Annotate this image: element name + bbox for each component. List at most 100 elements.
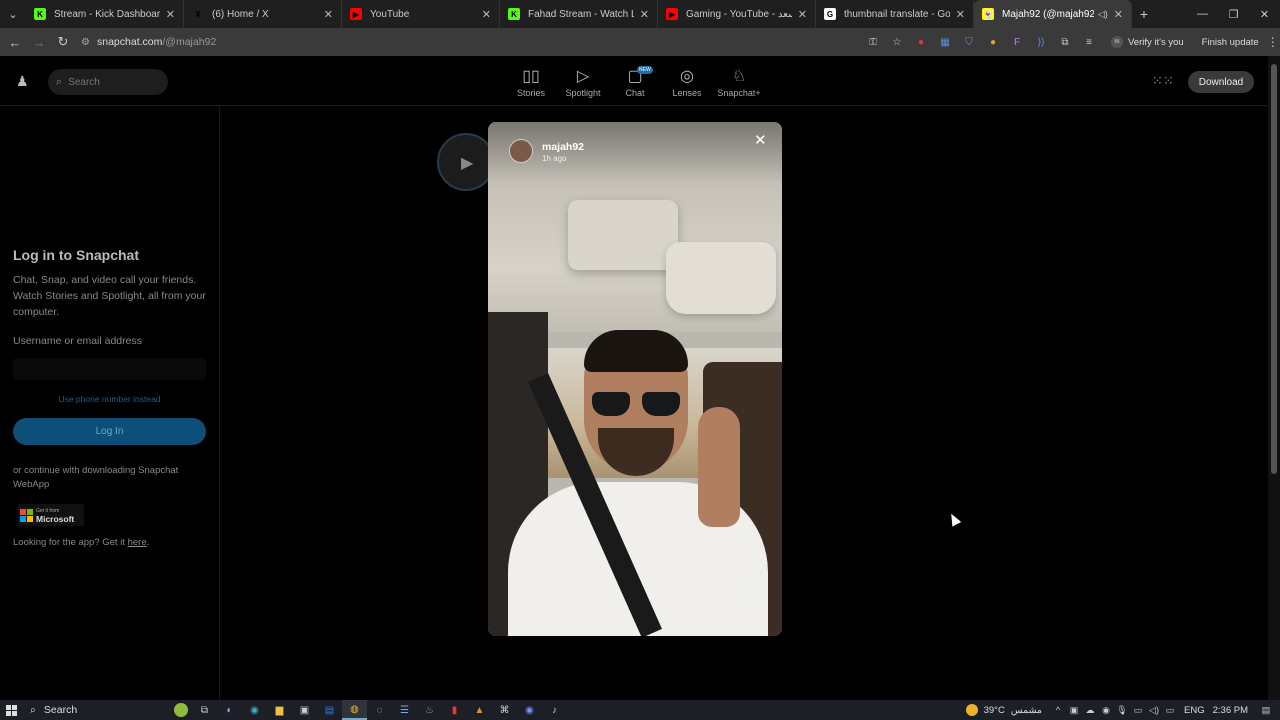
- nav-spotlight[interactable]: ▷ Spotlight: [557, 66, 609, 98]
- story-author-name[interactable]: majah92: [542, 141, 584, 153]
- search-box[interactable]: ⌕: [48, 69, 168, 95]
- tab-close-icon[interactable]: ✕: [798, 8, 807, 21]
- extension-calendar-icon[interactable]: ▦: [933, 32, 957, 52]
- bookmark-star-icon[interactable]: ☆: [885, 32, 909, 52]
- browser-menu-icon[interactable]: ⋮: [1267, 35, 1279, 49]
- snapchat-ghost-icon[interactable]: ♟: [16, 73, 32, 89]
- password-key-icon[interactable]: ⚿: [861, 32, 885, 52]
- reload-icon[interactable]: ↻: [51, 34, 75, 50]
- tab-close-icon[interactable]: ✕: [640, 8, 649, 21]
- tab-close-icon[interactable]: ✕: [956, 8, 965, 21]
- tab-close-icon[interactable]: ✕: [166, 8, 175, 21]
- app-orange-icon[interactable]: ▲: [467, 700, 492, 720]
- microphone-icon[interactable]: 🎙: [1114, 705, 1130, 716]
- browser-tab[interactable]: Gthumbnail translate - Google Se ✕: [816, 0, 974, 28]
- tab-close-icon[interactable]: ✕: [1114, 8, 1123, 21]
- browser-tab[interactable]: 👻 Majah92 (@majah92) | Snap ◁) ✕: [974, 0, 1132, 28]
- nav-snapchat[interactable]: ♘ Snapchat+: [713, 66, 765, 98]
- app-list-icon[interactable]: ☰: [392, 700, 417, 720]
- tiktok-icon[interactable]: ♪: [542, 700, 567, 720]
- window-controls: — ❐ ✕: [1187, 0, 1280, 28]
- battery-icon[interactable]: ▭: [1162, 705, 1178, 716]
- weather-sun-icon[interactable]: [965, 704, 978, 716]
- reading-list-icon[interactable]: ≡: [1077, 32, 1101, 52]
- page-scrollbar[interactable]: [1268, 56, 1280, 700]
- profile-button[interactable]: m Verify it's you: [1111, 36, 1184, 48]
- outlook-icon[interactable]: ▤: [317, 700, 342, 720]
- login-button[interactable]: Log In: [13, 418, 206, 445]
- minimize-icon[interactable]: —: [1187, 0, 1218, 28]
- chrome-icon[interactable]: ◍: [342, 700, 367, 720]
- edge-icon[interactable]: ◉: [242, 700, 267, 720]
- snapchat-plus-icon: ♘: [731, 68, 747, 85]
- extensions-puzzle-icon[interactable]: ⧉: [1053, 32, 1077, 52]
- task-view-icon[interactable]: ⧉: [192, 700, 217, 720]
- browser-tab[interactable]: ▶ YouTube ✕: [342, 0, 500, 28]
- search-icon: ⌕: [30, 703, 36, 716]
- extensions-area: ⚿ ☆ ● ▦ ⛉ ● F )) ⧉ ≡: [861, 32, 1101, 52]
- browser-toolbar: ← → ↻ ⚙ snapchat.com/@majah92 ⚿ ☆ ● ▦ ⛉ …: [0, 28, 1280, 56]
- scrollbar-thumb[interactable]: [1271, 64, 1277, 474]
- language-indicator[interactable]: ENG: [1184, 705, 1205, 716]
- tray-app1-icon[interactable]: ▣: [1066, 705, 1082, 716]
- weather-temp[interactable]: 39°C: [984, 705, 1005, 716]
- volume-icon[interactable]: ◁): [1146, 705, 1162, 716]
- extension-wave-icon[interactable]: )): [1029, 32, 1053, 52]
- finish-update-button[interactable]: Finish update: [1202, 37, 1259, 48]
- close-window-icon[interactable]: ✕: [1249, 0, 1280, 28]
- speaker-icon[interactable]: ◁): [748, 570, 760, 583]
- new-tab-button[interactable]: +: [1132, 6, 1156, 22]
- browser-tab[interactable]: X (6) Home / X ✕: [184, 0, 342, 28]
- steam-icon[interactable]: ♨: [417, 700, 442, 720]
- tab-search-menu-icon[interactable]: ⌄: [0, 0, 26, 28]
- nav-chat[interactable]: ▢ NEW Chat: [609, 66, 661, 98]
- obs-icon[interactable]: ◌: [367, 700, 392, 720]
- extension-f-icon[interactable]: F: [1005, 32, 1029, 52]
- apps-grid-icon[interactable]: ⁙⁙: [1152, 73, 1174, 89]
- search-input[interactable]: [68, 76, 149, 88]
- nav-stories[interactable]: ▯▯ Stories: [505, 66, 557, 98]
- file-explorer-icon[interactable]: ▆: [267, 700, 292, 720]
- username-field[interactable]: [13, 358, 206, 380]
- browser-tab[interactable]: K Fahad Stream - Watch Live on K ✕: [500, 0, 658, 28]
- story-viewer[interactable]: majah92 1h ago ✕ ⛓ ◁) •••: [488, 122, 782, 636]
- mouse-cursor: [946, 511, 962, 527]
- weather-condition[interactable]: مشمس: [1011, 705, 1042, 716]
- network-icon[interactable]: ▭: [1130, 705, 1146, 716]
- extension-bulb-icon[interactable]: ●: [981, 32, 1005, 52]
- start-button[interactable]: [0, 704, 22, 716]
- get-app-here-link[interactable]: here: [128, 537, 147, 548]
- tab-audio-icon[interactable]: ◁): [1098, 9, 1108, 20]
- restore-icon[interactable]: ❐: [1218, 0, 1249, 28]
- taskbar-search[interactable]: ⌕ Search: [22, 700, 192, 720]
- more-options-icon[interactable]: •••: [749, 600, 764, 612]
- microsoft-store-badge[interactable]: Get it from Microsoft: [18, 504, 84, 526]
- story-author-avatar[interactable]: [509, 139, 533, 163]
- store-icon[interactable]: ▣: [292, 700, 317, 720]
- app-controller-icon[interactable]: ⌘: [492, 700, 517, 720]
- use-phone-link[interactable]: Use phone number instead: [13, 394, 206, 404]
- app-red-icon[interactable]: ▮: [442, 700, 467, 720]
- nav-lenses[interactable]: ◎ Lenses: [661, 66, 713, 98]
- story-thumbnail[interactable]: ▶: [437, 133, 495, 191]
- close-icon[interactable]: ✕: [754, 131, 767, 149]
- tray-chevron-icon[interactable]: ^: [1050, 705, 1066, 715]
- discord-icon[interactable]: ◉: [517, 700, 542, 720]
- download-button[interactable]: Download: [1188, 71, 1254, 93]
- tab-close-icon[interactable]: ✕: [482, 8, 491, 21]
- tray-app2-icon[interactable]: ☁: [1082, 705, 1098, 716]
- copilot-icon[interactable]: ◐: [217, 700, 242, 720]
- video-frame-sunglasses: [592, 392, 682, 418]
- address-bar[interactable]: ⚙ snapchat.com/@majah92: [81, 31, 861, 53]
- browser-tab[interactable]: K Stream - Kick Dashboard ✕: [26, 0, 184, 28]
- notifications-icon[interactable]: ▤: [1258, 705, 1274, 716]
- tab-close-icon[interactable]: ✕: [324, 8, 333, 21]
- browser-tab[interactable]: ▶ Gaming - YouTube - فهد سعد ✕: [658, 0, 816, 28]
- extension-shield-icon[interactable]: ⛉: [957, 32, 981, 52]
- extension-red-icon[interactable]: ●: [909, 32, 933, 52]
- clock[interactable]: 2:36 PM: [1213, 705, 1248, 716]
- back-icon[interactable]: ←: [3, 35, 27, 50]
- forward-icon[interactable]: →: [27, 35, 51, 50]
- tray-app3-icon[interactable]: ◉: [1098, 705, 1114, 716]
- site-info-icon[interactable]: ⚙: [81, 37, 97, 48]
